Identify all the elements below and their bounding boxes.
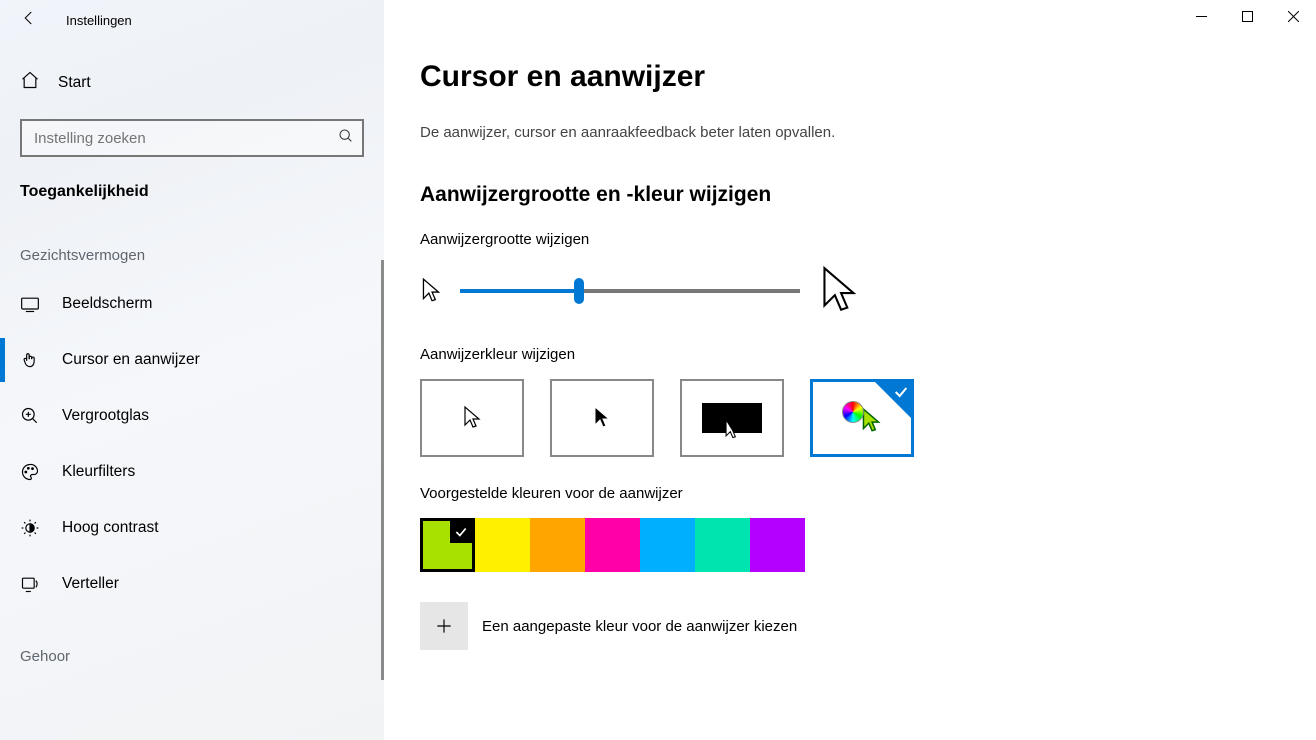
group-vision: Gezichtsvermogen bbox=[0, 201, 384, 276]
swatch-0[interactable] bbox=[420, 518, 475, 572]
pointer-size-label: Aanwijzergrootte wijzigen bbox=[420, 231, 1276, 248]
custom-color-label: Een aangepaste kleur voor de aanwijzer k… bbox=[482, 618, 797, 635]
inverted-bg bbox=[702, 403, 762, 433]
main-content: Cursor en aanwijzer De aanwijzer, cursor… bbox=[384, 0, 1316, 740]
section-size-color-title: Aanwijzergrootte en -kleur wijzigen bbox=[420, 183, 1276, 207]
swatch-4[interactable] bbox=[640, 518, 695, 572]
page-subtitle: De aanwijzer, cursor en aanraakfeedback … bbox=[420, 124, 1276, 141]
home-icon bbox=[20, 70, 40, 95]
contrast-icon bbox=[20, 518, 40, 538]
nav-high-contrast-label: Hoog contrast bbox=[62, 519, 159, 537]
page-title: Cursor en aanwijzer bbox=[420, 60, 1276, 94]
nav-color-filters-label: Kleurfilters bbox=[62, 463, 135, 481]
custom-color-row: Een aangepaste kleur voor de aanwijzer k… bbox=[420, 602, 1276, 650]
selected-corner bbox=[875, 382, 911, 418]
app-title: Instellingen bbox=[66, 13, 132, 28]
nav-cursor-pointer-label: Cursor en aanwijzer bbox=[62, 351, 200, 369]
pointer-mode-custom-color[interactable] bbox=[810, 379, 914, 457]
swatch-1[interactable] bbox=[475, 518, 530, 572]
nav-magnifier[interactable]: Vergrootglas bbox=[0, 388, 384, 444]
magnifier-plus-icon bbox=[20, 406, 40, 426]
slider-fill bbox=[460, 289, 579, 293]
cursor-white-icon bbox=[462, 405, 482, 431]
cursor-inverted-icon bbox=[723, 419, 741, 441]
search-wrap bbox=[20, 119, 364, 157]
display-icon bbox=[20, 294, 40, 314]
pointer-mode-inverted[interactable] bbox=[680, 379, 784, 457]
custom-color-button[interactable] bbox=[420, 602, 468, 650]
nav-high-contrast[interactable]: Hoog contrast bbox=[0, 500, 384, 556]
cursor-small-icon bbox=[420, 277, 442, 305]
cursor-black-icon bbox=[592, 405, 612, 431]
nav-magnifier-label: Vergrootglas bbox=[62, 407, 149, 425]
search-input[interactable] bbox=[20, 119, 364, 157]
color-wheel-icon bbox=[842, 401, 864, 423]
sidebar: Instellingen Start Toegankelijkheid Gezi… bbox=[0, 0, 384, 740]
nav-display[interactable]: Beeldscherm bbox=[0, 276, 384, 332]
pointer-size-row bbox=[420, 264, 1276, 318]
pointer-size-slider[interactable] bbox=[460, 289, 800, 293]
narrator-icon bbox=[20, 574, 40, 594]
nav-display-label: Beeldscherm bbox=[62, 295, 152, 313]
cursor-large-icon bbox=[818, 264, 860, 318]
pointer-mode-white[interactable] bbox=[420, 379, 524, 457]
section-header-accessibility: Toegankelijkheid bbox=[0, 157, 384, 201]
nav-cursor-pointer[interactable]: Cursor en aanwijzer bbox=[0, 332, 384, 388]
swatch-5[interactable] bbox=[695, 518, 750, 572]
swatch-3[interactable] bbox=[585, 518, 640, 572]
swatches-label: Voorgestelde kleuren voor de aanwijzer bbox=[420, 485, 1276, 502]
pointer-mode-black[interactable] bbox=[550, 379, 654, 457]
swatch-row bbox=[420, 518, 1276, 572]
back-icon[interactable] bbox=[20, 9, 38, 31]
plus-icon bbox=[434, 616, 454, 636]
swatch-2[interactable] bbox=[530, 518, 585, 572]
swatch-6[interactable] bbox=[750, 518, 805, 572]
swatch-check-icon bbox=[450, 521, 472, 543]
pointer-color-label: Aanwijzerkleur wijzigen bbox=[420, 346, 1276, 363]
pointer-color-mode-row bbox=[420, 379, 1276, 457]
pointer-hand-icon bbox=[20, 350, 40, 370]
nav-home-label: Start bbox=[58, 74, 91, 92]
group-hearing: Gehoor bbox=[0, 612, 384, 677]
slider-thumb[interactable] bbox=[574, 278, 584, 304]
nav-narrator-label: Verteller bbox=[62, 575, 119, 593]
nav-narrator[interactable]: Verteller bbox=[0, 556, 384, 612]
palette-icon bbox=[20, 462, 40, 482]
titlebar: Instellingen bbox=[0, 0, 384, 40]
nav-home[interactable]: Start bbox=[0, 40, 384, 105]
check-icon bbox=[893, 384, 909, 400]
nav-color-filters[interactable]: Kleurfilters bbox=[0, 444, 384, 500]
